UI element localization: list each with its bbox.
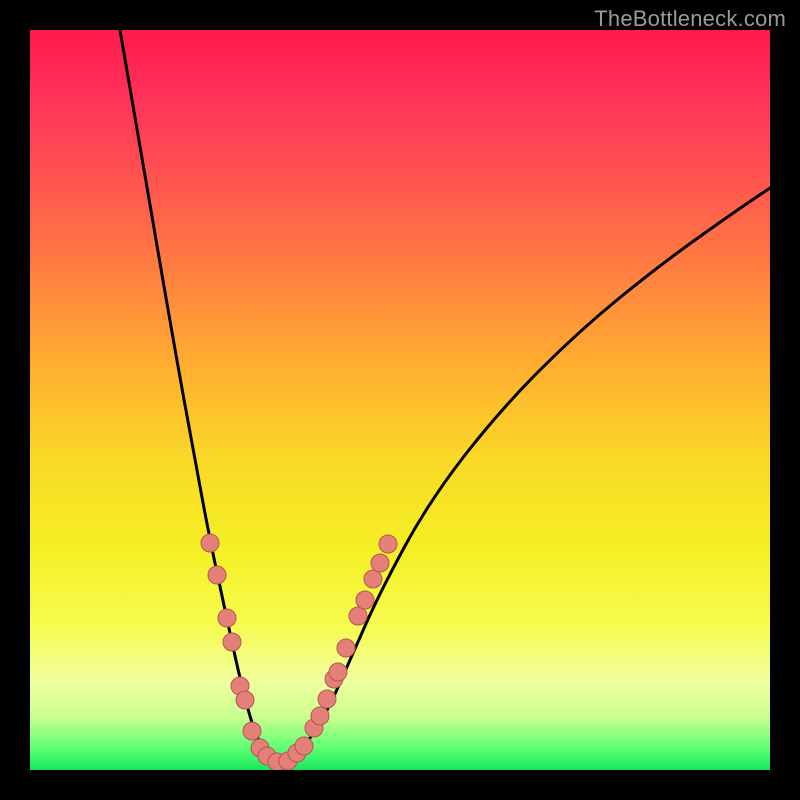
marker-point (243, 722, 261, 740)
marker-point (223, 633, 241, 651)
marker-point (364, 570, 382, 588)
chart-svg (30, 30, 770, 770)
chart-plot-area (30, 30, 770, 770)
marker-point (356, 591, 374, 609)
marker-point (201, 534, 219, 552)
marker-point (236, 691, 254, 709)
marker-point (218, 609, 236, 627)
series-left-branch (120, 30, 280, 762)
marker-point (379, 535, 397, 553)
marker-group (201, 534, 397, 770)
marker-point (208, 566, 226, 584)
watermark-text: TheBottleneck.com (594, 6, 786, 32)
chart-frame: TheBottleneck.com (0, 0, 800, 800)
marker-point (337, 639, 355, 657)
marker-point (371, 554, 389, 572)
marker-point (329, 663, 347, 681)
marker-point (311, 707, 329, 725)
marker-point (349, 607, 367, 625)
series-right-branch (280, 188, 770, 762)
marker-point (295, 737, 313, 755)
marker-point (318, 690, 336, 708)
